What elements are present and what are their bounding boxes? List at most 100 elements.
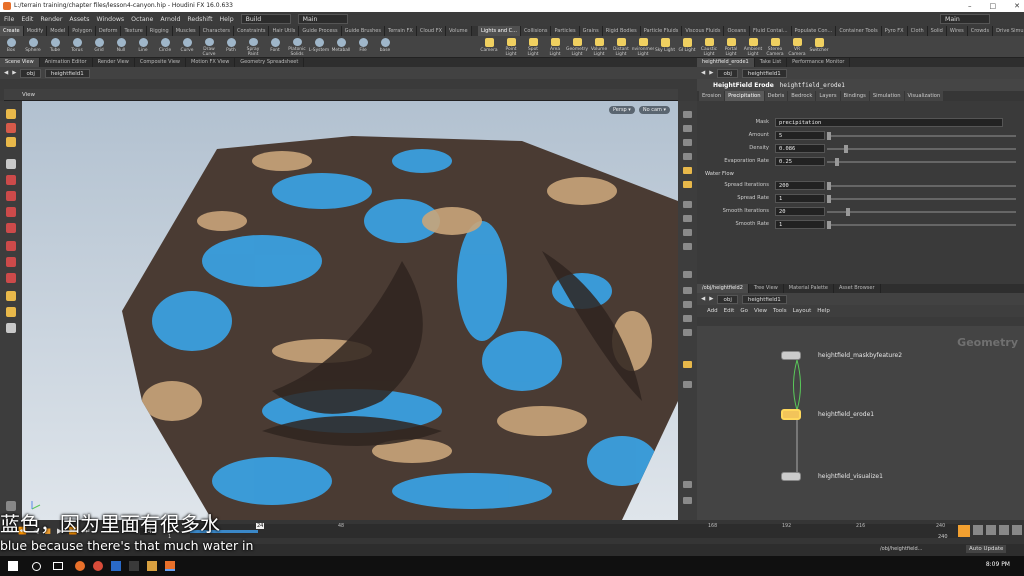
tab-erosion[interactable]: Erosion [699, 91, 725, 101]
shelf-tab-left-0[interactable]: Create [0, 26, 24, 36]
light-tool-10[interactable]: Caustic Light [698, 36, 720, 57]
global-anim-icon[interactable] [1012, 525, 1022, 535]
visibility-icon[interactable] [683, 301, 692, 308]
link-icon[interactable] [683, 329, 692, 336]
shelf-tool-5[interactable]: Null [110, 36, 132, 57]
net-menu-tools[interactable]: Tools [773, 308, 787, 314]
mask-field[interactable]: precipitation [775, 118, 1003, 127]
shelf-tab-right-11[interactable]: Pyro FX [881, 26, 908, 36]
menu-help[interactable]: Help [220, 16, 234, 23]
shelf-tool-7[interactable]: Circle [154, 36, 176, 57]
timeline-current-marker[interactable]: 24 [256, 523, 265, 529]
shelf-tab-right-12[interactable]: Cloth [907, 26, 928, 36]
move-tool-icon[interactable] [6, 123, 16, 133]
shelf-tab-right-16[interactable]: Drive Simula... [993, 26, 1024, 36]
tab-take-list[interactable]: Take List [755, 58, 788, 67]
menu-edit[interactable]: Edit [21, 16, 33, 23]
tab-asset-browser[interactable]: Asset Browser [834, 284, 881, 293]
amount-field[interactable]: 5 [775, 131, 825, 140]
uv-display-icon[interactable] [683, 229, 692, 236]
close-icon[interactable]: ✕ [1014, 0, 1020, 12]
shelf-tool-16[interactable]: File [352, 36, 374, 57]
light-tool-8[interactable]: Sky Light [654, 36, 676, 57]
density-slider[interactable] [827, 145, 1016, 153]
node-name-field[interactable]: heightfield_erode1 [780, 82, 845, 89]
param-path-heightfield[interactable]: heightfield1 [741, 68, 787, 78]
tab-debris[interactable]: Debris [764, 91, 788, 101]
key-icon[interactable] [958, 525, 970, 537]
paint-tool-icon[interactable] [6, 241, 16, 251]
amount-slider[interactable] [827, 132, 1016, 140]
end-frame-label-2[interactable]: 240 [938, 534, 948, 540]
shelf-tab-left-13[interactable]: Terrain FX [385, 26, 417, 36]
persp-dropdown[interactable]: Persp ▾ [608, 106, 635, 114]
select-tool-icon[interactable] [6, 109, 16, 119]
shelf-tool-10[interactable]: Path [220, 36, 242, 57]
menu-render[interactable]: Render [40, 16, 62, 23]
evaporation-slider[interactable] [827, 158, 1016, 166]
sculpt-tool-icon[interactable] [6, 223, 16, 233]
tab-performance-monitor[interactable]: Performance Monitor [787, 58, 851, 67]
app-icon[interactable] [129, 561, 139, 571]
light-tool-4[interactable]: Geometry Light [566, 36, 588, 57]
network-path-obj[interactable]: obj [717, 294, 738, 304]
camera-icon[interactable] [683, 287, 692, 294]
tab-geometry-spreadsheet[interactable]: Geometry Spreadsheet [235, 58, 305, 67]
evaporation-slider-knob[interactable] [834, 158, 839, 166]
smooth-rate-knob[interactable] [827, 221, 831, 229]
light-tool-11[interactable]: Portal Light [720, 36, 742, 57]
menu-windows[interactable]: Windows [97, 16, 125, 23]
snapshot-icon[interactable] [683, 271, 692, 278]
shelf-tab-left-12[interactable]: Guide Brushes [341, 26, 385, 36]
path-heightfield[interactable]: heightfield1 [44, 68, 90, 78]
tab-tree-view[interactable]: Tree View [749, 284, 784, 293]
menu-assets[interactable]: Assets [69, 16, 89, 23]
fullscreen-icon[interactable] [683, 381, 692, 388]
shelf-tab-right-1[interactable]: Collisions [520, 26, 552, 36]
grid-icon[interactable] [683, 243, 692, 250]
vlc-icon[interactable] [147, 561, 157, 571]
shelf-tab-left-8[interactable]: Characters [199, 26, 234, 36]
shelf-tool-4[interactable]: Grid [88, 36, 110, 57]
windows-start-icon[interactable] [8, 561, 18, 571]
shelf-tab-right-0[interactable]: Lights and C... [478, 26, 521, 36]
param-path-obj[interactable]: obj [717, 68, 738, 78]
amount-slider-knob[interactable] [827, 132, 831, 140]
node-maskbyfeature[interactable] [781, 351, 801, 360]
light-tool-13[interactable]: Stereo Camera [764, 36, 786, 57]
rotate-tool-icon[interactable] [6, 137, 16, 147]
shelf-tool-8[interactable]: Curve [176, 36, 198, 57]
brush-tool-icon[interactable] [6, 207, 16, 217]
spread-iterations-slider[interactable] [827, 182, 1016, 190]
shelf-tab-left-11[interactable]: Guide Process [299, 26, 342, 36]
minimize-icon[interactable]: – [968, 0, 972, 12]
shelf-tool-6[interactable]: Line [132, 36, 154, 57]
shelf-tab-left-15[interactable]: Volume [446, 26, 472, 36]
shelf-tab-right-15[interactable]: Crowds [967, 26, 994, 36]
node-visualize[interactable] [781, 472, 801, 481]
shelf-tool-11[interactable]: Spray Paint [242, 36, 264, 57]
bg-icon[interactable] [683, 315, 692, 322]
shelf-tool-2[interactable]: Tube [44, 36, 66, 57]
help-icon[interactable] [683, 497, 692, 504]
smooth-iterations-slider[interactable] [827, 208, 1016, 216]
menu-redshift[interactable]: Redshift [187, 16, 212, 23]
shelf-tab-right-6[interactable]: Viscous Fluids [682, 26, 725, 36]
explorer-icon[interactable] [111, 561, 121, 571]
timeline-strip[interactable]: 24 48 168 192 216 240 [190, 523, 960, 538]
maximize-icon[interactable]: □ [990, 0, 997, 12]
render-icon[interactable] [683, 361, 692, 368]
light-tool-12[interactable]: Ambient Light [742, 36, 764, 57]
shelf-tool-1[interactable]: Sphere [22, 36, 44, 57]
light-tool-15[interactable]: Switcher [808, 36, 830, 57]
shelf-tab-left-10[interactable]: Hair Utils [269, 26, 300, 36]
light-tool-0[interactable]: Camera [478, 36, 500, 57]
menu-arnold[interactable]: Arnold [160, 16, 180, 23]
tab-composite-view[interactable]: Composite View [135, 58, 186, 67]
density-field[interactable]: 0.086 [775, 144, 825, 153]
shelf-tab-left-6[interactable]: Rigging [146, 26, 173, 36]
tab-heightfield-erode[interactable]: heightfield_erode1 [697, 58, 755, 67]
density-slider-knob[interactable] [844, 145, 848, 153]
spread-rate-knob[interactable] [827, 195, 831, 203]
back-arrow-icon[interactable]: ◀ [4, 70, 8, 76]
